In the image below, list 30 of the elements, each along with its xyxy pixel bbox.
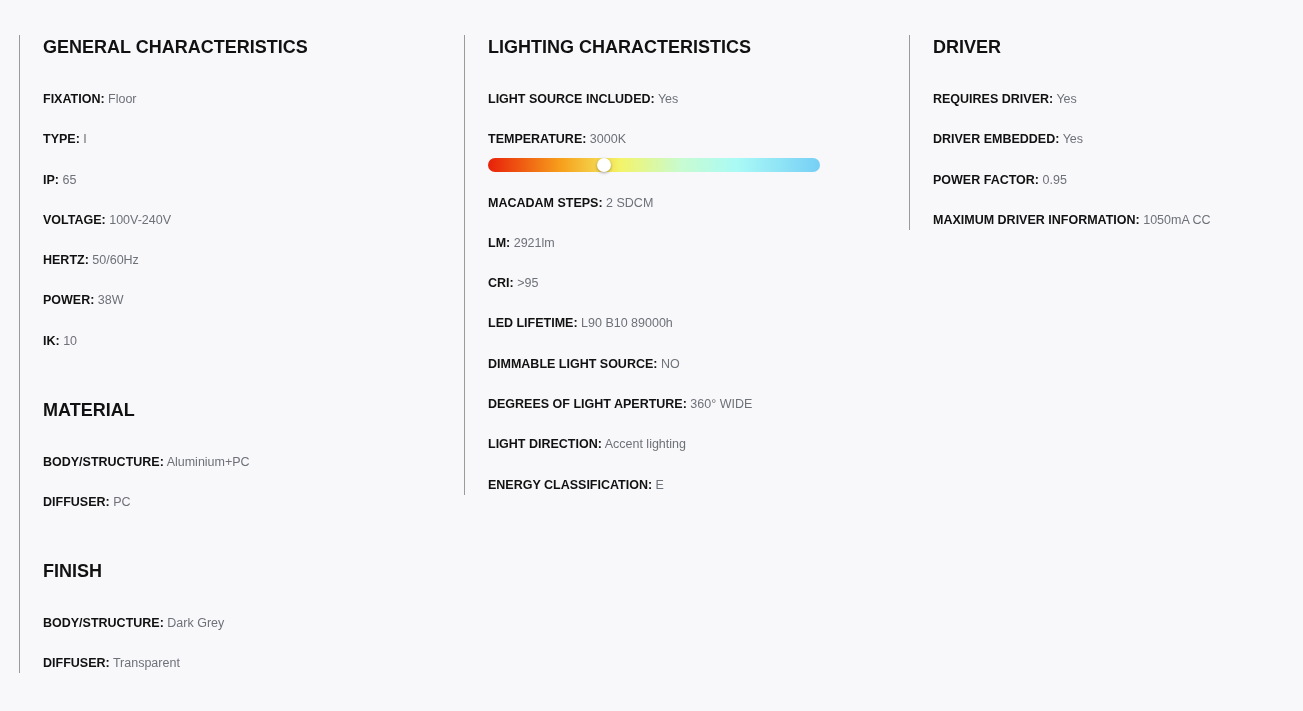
- section-heading: LIGHTING CHARACTERISTICS: [488, 36, 752, 59]
- spec-line: BODY/STRUCTURE: Aluminium+PC: [43, 453, 251, 471]
- spec-line: CRI: >95: [488, 275, 540, 293]
- section-heading: GENERAL CHARACTERISTICS: [43, 36, 309, 59]
- spec-line: LIGHT DIRECTION: Accent lighting: [488, 436, 687, 454]
- spec-line: FIXATION: Floor: [43, 91, 138, 108]
- spec-line: DRIVER EMBEDDED: Yes: [933, 131, 1085, 149]
- spec-line: LIGHT SOURCE INCLUDED: Yes: [488, 91, 680, 108]
- spec-line: VOLTAGE: 100V-240V: [43, 211, 173, 229]
- spec-line: POWER: 38W: [43, 292, 125, 310]
- spec-line: BODY/STRUCTURE: Dark Grey: [43, 615, 226, 633]
- spec-line: MACADAM STEPS: 2 SDCM: [488, 194, 655, 212]
- spec-line: TEMPERATURE: 3000K: [488, 131, 627, 149]
- spec-line: HERTZ: 50/60Hz: [43, 252, 140, 270]
- spec-line: POWER FACTOR: 0.95: [933, 171, 1068, 189]
- spec-line: REQUIRES DRIVER: Yes: [933, 91, 1078, 108]
- spec-line: DIFFUSER: PC: [43, 494, 132, 512]
- spec-line: IP: 65: [43, 171, 78, 189]
- spec-line: DIMMABLE LIGHT SOURCE: NO: [488, 355, 681, 373]
- spec-line: IK: 10: [43, 332, 79, 350]
- spec-line: LED LIFETIME: L90 B10 89000h: [488, 315, 674, 333]
- spec-line: DEGREES OF LIGHT APERTURE: 360° WIDE: [488, 396, 754, 414]
- section-heading: FINISH: [43, 560, 103, 584]
- spec-line: DIFFUSER: Transparent: [43, 655, 181, 673]
- spec-line: ENERGY CLASSIFICATION: E: [488, 476, 665, 494]
- section-heading: DRIVER: [933, 36, 1002, 59]
- spec-line: TYPE: I: [43, 131, 88, 149]
- spec-line: MAXIMUM DRIVER INFORMATION: 1050mA CC: [933, 211, 1212, 229]
- section-heading: MATERIAL: [43, 398, 136, 422]
- spec-line: LM: 2921lm: [488, 234, 556, 252]
